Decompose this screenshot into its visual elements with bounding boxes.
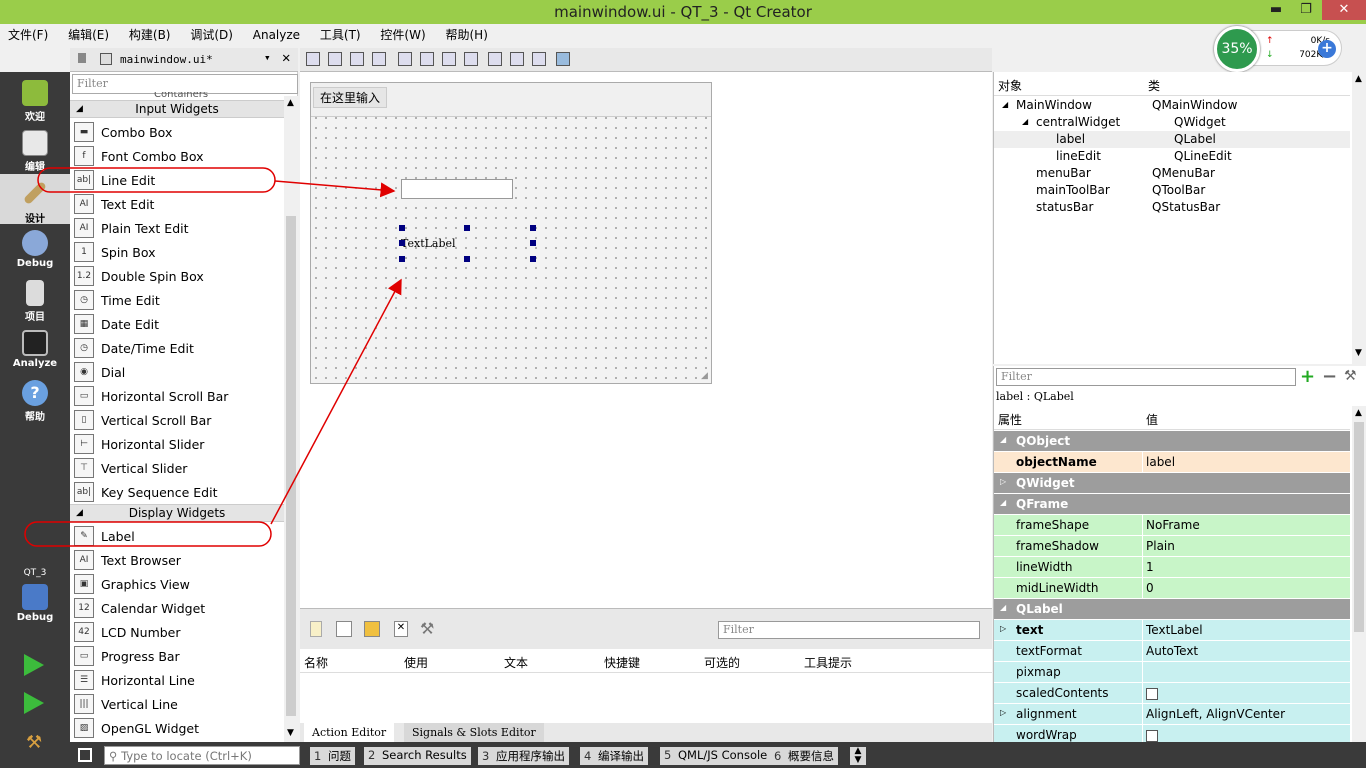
label-arrow xyxy=(270,278,402,525)
line-edit-arrow xyxy=(274,180,396,198)
annotation-overlay xyxy=(24,167,402,547)
label-highlight xyxy=(24,521,272,547)
line-edit-highlight xyxy=(37,167,276,193)
